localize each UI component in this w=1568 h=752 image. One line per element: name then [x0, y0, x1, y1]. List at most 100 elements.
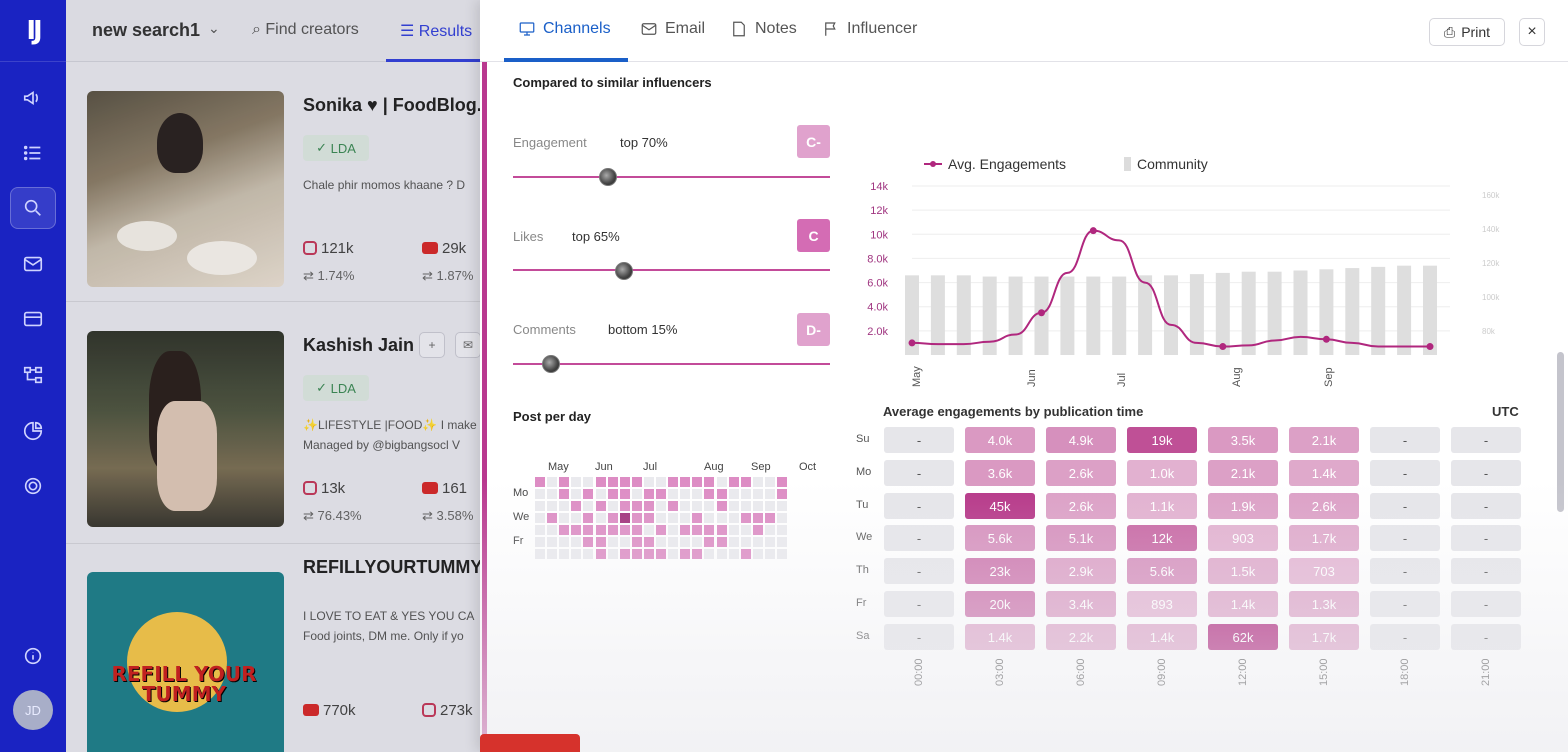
slider-knob-engagement[interactable] [599, 168, 618, 186]
calendar-day-cell [547, 525, 558, 535]
calendar-day-cell [740, 549, 751, 559]
heatmap-cell: 3.6k [965, 460, 1035, 486]
user-avatar[interactable]: JD [13, 690, 53, 730]
calendar-day-cell [764, 501, 775, 511]
heatmap-row-label: Sa [856, 630, 870, 642]
heatmap-cell: - [1370, 427, 1440, 453]
heatmap-cell: - [1370, 624, 1440, 650]
influencer-drawer: Channels Email Notes Influencer ⎙ Print … [480, 0, 1568, 752]
calendar-day-cell [692, 477, 703, 487]
app-logo[interactable]: IJ [0, 0, 66, 62]
heatmap-cell: 2.1k [1289, 427, 1359, 453]
heatmap-cell: - [1451, 460, 1521, 486]
workflow-icon[interactable] [10, 354, 56, 396]
calendar-day-cell [607, 501, 618, 511]
megaphone-icon[interactable] [10, 77, 56, 119]
search-icon[interactable] [10, 187, 56, 229]
tab-channels-label: Channels [543, 20, 611, 37]
heatmap-row-label: Mo [856, 466, 872, 478]
avg-engagements-point [1038, 309, 1045, 317]
target-icon[interactable] [10, 465, 56, 507]
slider-knob-comments[interactable] [542, 355, 561, 373]
calendar-day-cell [595, 501, 606, 511]
calendar-day-cell [571, 477, 582, 487]
heatmap-row-label: We [856, 531, 873, 543]
calendar-day-cell [583, 513, 594, 523]
heatmap-cell: 3.5k [1208, 427, 1278, 453]
tab-notes[interactable]: Notes [730, 20, 797, 38]
drawer-tabs-bar: Channels Email Notes Influencer ⎙ Print … [480, 0, 1568, 62]
slider-knob-likes[interactable] [614, 262, 633, 280]
calendar-day-cell [656, 549, 666, 559]
calendar-day-cell [631, 549, 642, 559]
heatmap-cell: 893 [1127, 591, 1197, 617]
heatmap-col-label: 06:00 [1075, 658, 1087, 686]
calendar-day-cell [656, 501, 666, 511]
calendar-day-cell [728, 489, 739, 499]
calendar-day-cell [728, 477, 739, 487]
heatmap-cell: - [884, 493, 954, 519]
heatmap-cell: 2.6k [1046, 460, 1116, 486]
y-tick-label: 8.0k [867, 253, 888, 265]
print-button[interactable]: ⎙ Print [1429, 18, 1505, 46]
slider-track-engagement [513, 176, 830, 178]
tab-influencer[interactable]: Influencer [822, 20, 917, 38]
calendar-day-cell [643, 501, 654, 511]
calendar-day-cell [631, 477, 642, 487]
calendar-day-cell [547, 513, 558, 523]
x-tick-label: Aug [1231, 367, 1243, 387]
calendar-month-label: Sep [751, 461, 771, 473]
card-icon[interactable] [10, 298, 56, 340]
compared-title: Compared to similar influencers [513, 75, 712, 90]
grade-comments: D- [797, 313, 830, 346]
close-button[interactable]: × [1519, 18, 1545, 46]
calendar-day-cell [777, 501, 787, 511]
calendar-day-cell [643, 525, 654, 535]
secondary-y-tick-label: 120k [1482, 259, 1500, 268]
heatmap-cell: 4.9k [1046, 427, 1116, 453]
calendar-day-cell [571, 513, 582, 523]
calendar-day-cell [643, 477, 654, 487]
calendar-day-cell [619, 477, 630, 487]
calendar-day-cell [716, 513, 727, 523]
calendar-day-cell [716, 549, 727, 559]
calendar-day-cell [559, 477, 570, 487]
calendar-day-cell [559, 513, 570, 523]
calendar-day-cell [704, 489, 715, 499]
y-tick-label: 12k [870, 205, 888, 217]
calendar-day-cell [728, 549, 739, 559]
list-icon[interactable] [10, 132, 56, 174]
mail-icon[interactable] [10, 243, 56, 285]
info-icon[interactable] [10, 635, 56, 677]
community-bar [1112, 276, 1127, 355]
calendar-day-cell [631, 501, 642, 511]
y-tick-label: 4.0k [867, 302, 888, 314]
calendar-day-cell [752, 525, 763, 535]
calendar-day-cell [692, 489, 703, 499]
calendar-day-cell [704, 513, 715, 523]
heatmap-cell: 19k [1127, 427, 1197, 453]
calendar-day-cell [728, 513, 739, 523]
calendar-day-cell [740, 489, 751, 499]
heatmap-cell: 903 [1208, 525, 1278, 551]
drawer-scrollbar[interactable] [1557, 352, 1564, 512]
calendar-day-cell [595, 489, 606, 499]
heatmap-cell: 1.7k [1289, 624, 1359, 650]
heatmap-cell: 2.9k [1046, 558, 1116, 584]
calendar-day-cell [668, 537, 679, 547]
bottom-action-button[interactable] [480, 734, 580, 752]
tab-email[interactable]: Email [640, 20, 705, 38]
calendar-day-cell [607, 477, 618, 487]
metric-label-engagement: Engagement [513, 135, 587, 150]
community-bar [1267, 271, 1282, 355]
calendar-day-cell [656, 525, 666, 535]
calendar-day-cell [752, 489, 763, 499]
analytics-icon[interactable] [10, 410, 56, 452]
calendar-day-cell [571, 489, 582, 499]
tab-channels[interactable]: Channels [518, 20, 611, 38]
mail-icon [641, 23, 657, 35]
heatmap-cell: 1.4k [1208, 591, 1278, 617]
calendar-day-cell [728, 501, 739, 511]
y-tick-label: 6.0k [867, 278, 888, 290]
heatmap-cell: - [884, 591, 954, 617]
